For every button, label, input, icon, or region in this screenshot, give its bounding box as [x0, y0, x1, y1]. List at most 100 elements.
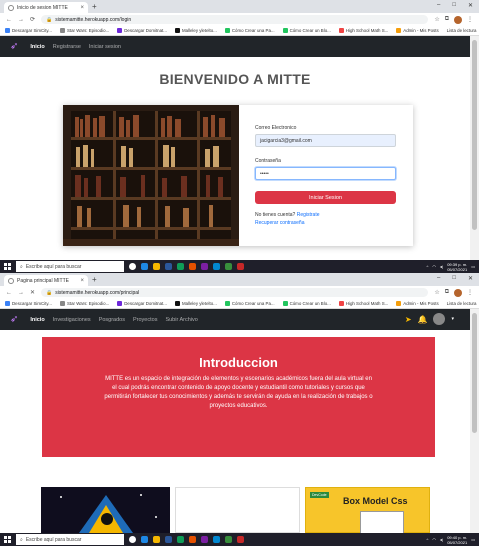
bookmark-item[interactable]: Star Wars: Episodio... — [59, 28, 109, 33]
url-field[interactable]: 🔒 sistemamitte.herokuapp.com/login — [41, 15, 429, 24]
scrollbar[interactable] — [470, 36, 479, 260]
app-icon[interactable] — [213, 263, 220, 270]
notifications-icon[interactable]: ▭ — [471, 264, 475, 269]
menu-icon[interactable]: ⋮ — [467, 289, 473, 297]
email-field[interactable]: jacigarcia3@gmail.com — [255, 134, 396, 147]
bookmark-item[interactable]: Descargar Domitnat... — [117, 28, 167, 33]
bookmark-item[interactable]: Cómo Crear una Pa... — [224, 28, 275, 33]
forward-icon[interactable]: → — [18, 17, 24, 23]
content-card[interactable] — [175, 487, 300, 533]
bookmark-item[interactable]: Cómo Crear una Pa... — [224, 301, 275, 306]
wifi-icon[interactable]: ◠ — [432, 264, 436, 269]
bell-icon[interactable]: 🔔 — [418, 315, 428, 324]
maximize-icon[interactable]: □ — [452, 275, 456, 282]
chrome-icon[interactable] — [189, 263, 196, 270]
app-icon[interactable] — [237, 263, 244, 270]
content-card[interactable] — [41, 487, 170, 533]
minimize-icon[interactable]: – — [437, 2, 440, 9]
star-icon[interactable]: ☆ — [434, 289, 439, 297]
volume-icon[interactable]: ◂) — [440, 537, 443, 542]
bookmark-item[interactable]: Descargar SimCity... — [5, 28, 52, 33]
nav-investigaciones[interactable]: Investigaciones — [53, 317, 91, 323]
recover-password-link[interactable]: Recuperar contraseña — [255, 220, 396, 226]
app-icon[interactable] — [225, 536, 232, 543]
windows-start-icon[interactable] — [4, 536, 11, 543]
stop-icon[interactable]: ✕ — [30, 289, 35, 296]
browser-tab[interactable]: Inicio de sesion MITTE × — [4, 2, 88, 13]
content-card[interactable]: DevCode Box Model Css — [305, 487, 430, 534]
reload-icon[interactable]: ⟳ — [30, 16, 35, 23]
browser-tab[interactable]: Pagina principal MITTE × — [4, 275, 88, 286]
forward-icon[interactable]: → — [18, 290, 24, 296]
new-tab-icon[interactable]: + — [92, 2, 97, 11]
taskbar-search[interactable]: ⌕ Escribe aquí para buscar — [16, 261, 124, 272]
close-tab-icon[interactable]: × — [80, 278, 84, 284]
bookmark-item[interactable]: Descargar SimCity... — [5, 301, 52, 306]
bookmark-item[interactable]: Star Wars: Episodio... — [59, 301, 109, 306]
app-icon[interactable] — [213, 536, 220, 543]
close-window-icon[interactable]: ✕ — [468, 2, 473, 9]
bookmark-item[interactable]: Admin - Mis Posts — [396, 301, 439, 306]
register-link[interactable]: Registrate — [297, 212, 320, 218]
app-icon[interactable] — [201, 536, 208, 543]
clock[interactable]: 09:39 p. m. 05/07/2021 — [447, 262, 467, 272]
bookmark-item[interactable]: Descargar Domitnat... — [117, 301, 167, 306]
bookmark-item[interactable]: Malleley yletelto... — [174, 301, 217, 306]
nav-registrarse[interactable]: Registrarse — [53, 44, 81, 50]
edge-icon[interactable] — [141, 536, 148, 543]
edge-icon[interactable] — [141, 263, 148, 270]
nav-inicio[interactable]: Inicio — [30, 317, 44, 323]
star-icon[interactable]: ☆ — [434, 16, 439, 24]
windows-start-icon[interactable] — [4, 263, 11, 270]
bookmark-item[interactable]: High School Math S... — [338, 28, 388, 33]
taskbar-search[interactable]: ⌕ Escribe aquí para buscar — [16, 534, 124, 545]
password-field[interactable]: ••••• — [255, 167, 396, 180]
dropdown-caret-icon[interactable]: ▾ — [451, 316, 454, 322]
profile-avatar[interactable] — [454, 288, 462, 297]
bookmark-item[interactable]: Malleley yletelto... — [174, 28, 217, 33]
cortana-icon[interactable] — [129, 536, 136, 543]
nav-subir-archivo[interactable]: Subir Archivo — [165, 317, 197, 323]
app-icon[interactable] — [177, 536, 184, 543]
rocket-logo-icon[interactable]: ➶ — [10, 41, 18, 52]
user-avatar[interactable] — [433, 313, 446, 325]
menu-icon[interactable]: ⋮ — [467, 16, 473, 24]
wifi-icon[interactable]: ◠ — [432, 537, 436, 542]
login-button[interactable]: Iniciar Sesion — [255, 191, 396, 204]
app-icon[interactable] — [201, 263, 208, 270]
chrome-icon[interactable] — [189, 536, 196, 543]
bookmark-item[interactable]: Cómo Crear un Blo... — [282, 28, 331, 33]
profile-avatar[interactable] — [454, 15, 462, 24]
reading-list[interactable]: Lista de lectura — [447, 301, 477, 306]
extensions-icon[interactable]: ⧉ — [445, 289, 449, 297]
scrollbar-thumb[interactable] — [472, 40, 477, 230]
maximize-icon[interactable]: □ — [452, 2, 456, 9]
url-field[interactable]: 🔒 sistemamitte.herokuapp.com/principal — [41, 288, 429, 297]
explorer-icon[interactable] — [153, 263, 160, 270]
word-icon[interactable] — [165, 536, 172, 543]
rocket-logo-icon[interactable]: ➶ — [10, 314, 18, 325]
app-icon[interactable] — [237, 536, 244, 543]
nav-posgrados[interactable]: Posgrados — [99, 317, 125, 323]
nav-inicio[interactable]: Inicio — [30, 44, 44, 50]
app-icon[interactable] — [177, 263, 184, 270]
cortana-icon[interactable] — [129, 263, 136, 270]
back-icon[interactable]: ← — [6, 17, 12, 23]
new-tab-icon[interactable]: + — [92, 275, 97, 284]
tray-chevron-icon[interactable]: ^ — [426, 264, 428, 269]
tray-chevron-icon[interactable]: ^ — [426, 537, 428, 542]
back-icon[interactable]: ← — [6, 290, 12, 296]
word-icon[interactable] — [165, 263, 172, 270]
nav-iniciar-sesion[interactable]: Iniciar sesion — [89, 44, 121, 50]
scrollbar-thumb[interactable] — [472, 313, 477, 433]
bookmark-item[interactable]: Admin - Mis Posts — [396, 28, 439, 33]
send-icon[interactable]: ➤ — [405, 315, 412, 324]
explorer-icon[interactable] — [153, 536, 160, 543]
close-tab-icon[interactable]: × — [80, 5, 84, 11]
extensions-icon[interactable]: ⧉ — [445, 16, 449, 24]
minimize-icon[interactable]: – — [437, 275, 440, 282]
bookmark-item[interactable]: High School Math S... — [338, 301, 388, 306]
clock[interactable]: 09:40 p. m. 05/07/2021 — [447, 535, 467, 545]
nav-proyectos[interactable]: Proyectos — [133, 317, 157, 323]
volume-icon[interactable]: ◂) — [440, 264, 443, 269]
